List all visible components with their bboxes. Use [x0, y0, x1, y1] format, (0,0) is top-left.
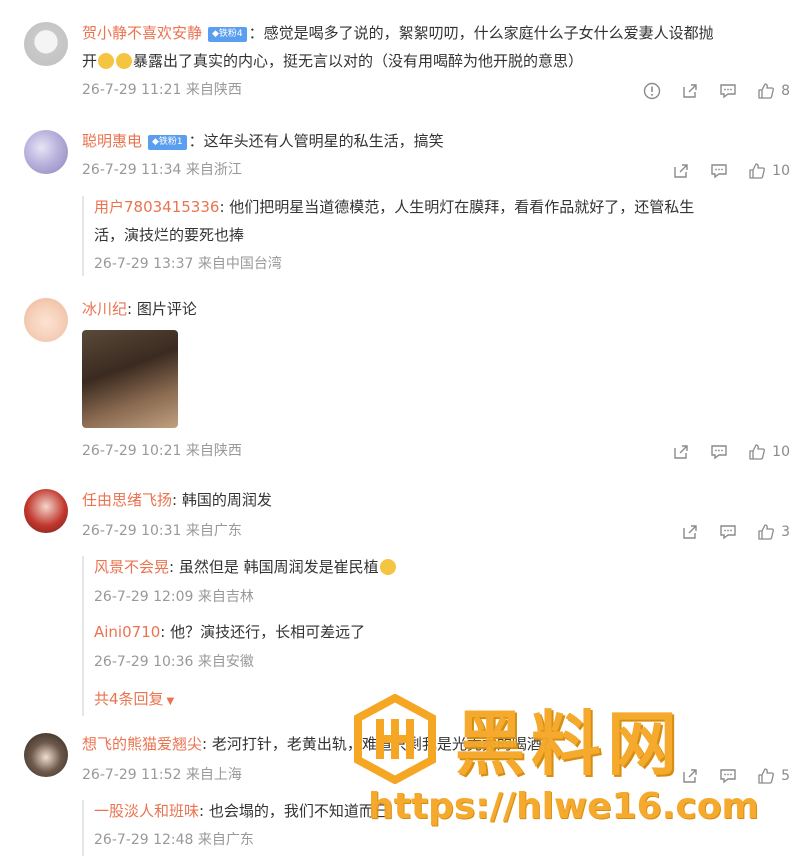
username-link[interactable]: 一股淡人和班味 — [94, 802, 199, 820]
share-icon[interactable] — [672, 443, 690, 461]
comment-meta: 26-7-29 11:34 来自浙江 — [82, 162, 242, 178]
share-icon[interactable] — [681, 82, 699, 100]
like-count: 10 — [772, 163, 790, 179]
comment-meta: 26-7-29 10:31 来自广东 — [82, 523, 242, 539]
username-link[interactable]: 风景不会晃 — [94, 558, 169, 576]
avatar[interactable] — [24, 733, 68, 777]
avatar[interactable] — [24, 130, 68, 174]
like-count: 5 — [781, 768, 790, 784]
caret-down-icon: ▼ — [166, 696, 175, 707]
comment-actions: 8 — [643, 81, 790, 101]
comment-icon[interactable] — [719, 767, 737, 785]
emoji-icon — [116, 53, 133, 69]
reply-meta: 26-7-29 13:37 来自中国台湾 — [94, 256, 282, 272]
username-link[interactable]: 冰川纪 — [82, 300, 127, 318]
comment-text: : 韩国的周润发 — [172, 491, 272, 509]
like-button[interactable]: 8 — [757, 82, 790, 100]
username-link[interactable]: Aini0710 — [94, 623, 160, 641]
reply-text: 用户7803415336: 他们把明星当道德模范，人生明灯在膜拜，看看作品就好了… — [94, 198, 695, 216]
reply-text: Aini0710: 他？演技还行，长相可差远了 — [94, 623, 366, 641]
avatar[interactable] — [24, 489, 68, 533]
like-button[interactable]: 10 — [748, 443, 790, 461]
username-link[interactable]: 聪明惠电 — [82, 132, 142, 150]
comment-text: : 图片评论 — [127, 300, 197, 318]
fan-badge[interactable]: ◆铁粉1 — [148, 135, 187, 150]
reply-meta: 26-7-29 12:09 来自吉林 — [94, 589, 254, 605]
comment-meta: 26-7-29 11:21 来自陕西 — [82, 82, 242, 98]
share-icon[interactable] — [672, 162, 690, 180]
emoji-icon — [98, 53, 115, 69]
report-icon[interactable] — [643, 82, 661, 100]
comment-text: : 老河打针，老黄出轨，难道只剩我是光秃秃的喝酒？ — [202, 735, 557, 753]
like-button[interactable]: 3 — [757, 523, 790, 541]
like-icon — [757, 767, 775, 785]
comment-text-cont: 开暴露出了真实的内心，挺无言以对的（没有用喝醉为他开脱的意思） — [82, 52, 584, 70]
like-icon — [757, 523, 775, 541]
username-link[interactable]: 用户7803415336 — [94, 198, 219, 216]
comment-header: 想飞的熊猫爱翘尖: 老河打针，老黄出轨，难道只剩我是光秃秃的喝酒？ — [82, 733, 557, 755]
username-link[interactable]: 想飞的熊猫爱翘尖 — [82, 735, 202, 753]
reply-text: 一股淡人和班味: 也会塌的，我们不知道而已 — [94, 802, 389, 820]
comment-actions: 10 — [672, 442, 790, 462]
share-icon[interactable] — [681, 767, 699, 785]
comment-text: ：这年头还有人管明星的私生活，搞笑 — [188, 132, 444, 150]
comment-icon[interactable] — [719, 82, 737, 100]
reply-meta: 26-7-29 12:48 来自广东 — [94, 832, 254, 848]
share-icon[interactable] — [681, 523, 699, 541]
username-link[interactable]: 贺小静不喜欢安静 — [82, 24, 202, 42]
comment-icon[interactable] — [719, 523, 737, 541]
comment-icon[interactable] — [710, 443, 728, 461]
reply-meta: 26-7-29 10:36 来自安徽 — [94, 654, 254, 670]
comment-icon[interactable] — [710, 162, 728, 180]
comment-header: 贺小静不喜欢安静 ◆铁粉4 ：感觉是喝多了说的，絮絮叨叨，什么家庭什么子女什么爱妻人… — [82, 22, 714, 44]
comment-text: ：感觉是喝多了说的，絮絮叨叨，什么家庭什么子女什么爱妻人设都抛 — [248, 24, 714, 42]
like-button[interactable]: 5 — [757, 767, 790, 785]
fan-badge[interactable]: ◆铁粉4 — [208, 27, 247, 42]
like-button[interactable]: 10 — [748, 162, 790, 180]
comment-actions: 5 — [681, 766, 790, 786]
like-count: 3 — [781, 524, 790, 540]
username-link[interactable]: 任由思绪飞扬 — [82, 491, 172, 509]
comment-header: 任由思绪飞扬: 韩国的周润发 — [82, 489, 272, 511]
comment-header: 冰川纪: 图片评论 — [82, 298, 197, 320]
like-count: 10 — [772, 444, 790, 460]
like-icon — [748, 443, 766, 461]
more-replies-link[interactable]: 共4条回复 ▼ — [94, 688, 174, 713]
like-icon — [757, 82, 775, 100]
comment-actions: 3 — [681, 522, 790, 542]
avatar[interactable] — [24, 22, 68, 66]
reply-text-cont: 活，演技烂的要死也捧 — [94, 226, 245, 244]
comment-header: 聪明惠电 ◆铁粉1 ：这年头还有人管明星的私生活，搞笑 — [82, 130, 444, 152]
comment-meta: 26-7-29 11:52 来自上海 — [82, 767, 242, 783]
like-count: 8 — [781, 83, 790, 99]
comment-actions: 10 — [672, 161, 790, 181]
like-icon — [748, 162, 766, 180]
emoji-icon — [379, 559, 396, 575]
comment-image[interactable] — [82, 330, 178, 428]
reply-text: 风景不会晃: 虽然但是 韩国周润发是崔民植 — [94, 556, 397, 578]
avatar[interactable] — [24, 298, 68, 342]
comment-meta: 26-7-29 10:21 来自陕西 — [82, 443, 242, 459]
